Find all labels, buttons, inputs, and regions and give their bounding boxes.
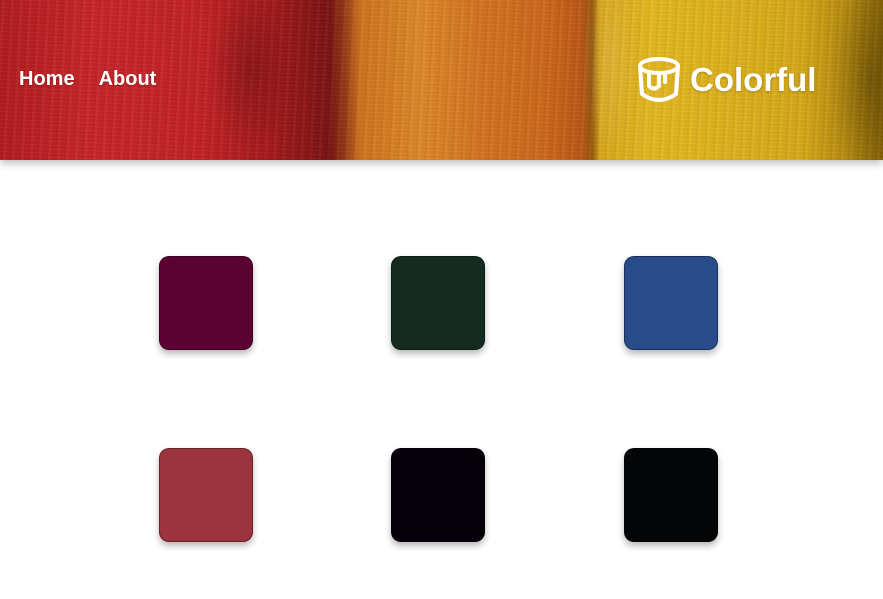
brand-logo[interactable]: Colorful [636, 56, 816, 104]
paint-bucket-icon [638, 57, 680, 102]
color-swatch-2[interactable] [391, 256, 485, 350]
nav-about-link[interactable]: About [99, 66, 157, 92]
color-swatch-1[interactable] [159, 256, 253, 350]
header-banner: Home About Colorful [0, 0, 883, 160]
swatch-grid [0, 160, 883, 599]
color-swatch-6[interactable] [624, 448, 718, 542]
brand-name: Colorful [690, 61, 817, 98]
nav-home-link[interactable]: Home [19, 66, 75, 92]
color-swatch-5[interactable] [391, 448, 485, 542]
main-nav: Home About [19, 66, 156, 92]
color-swatch-3[interactable] [624, 256, 718, 350]
color-swatch-4[interactable] [159, 448, 253, 542]
